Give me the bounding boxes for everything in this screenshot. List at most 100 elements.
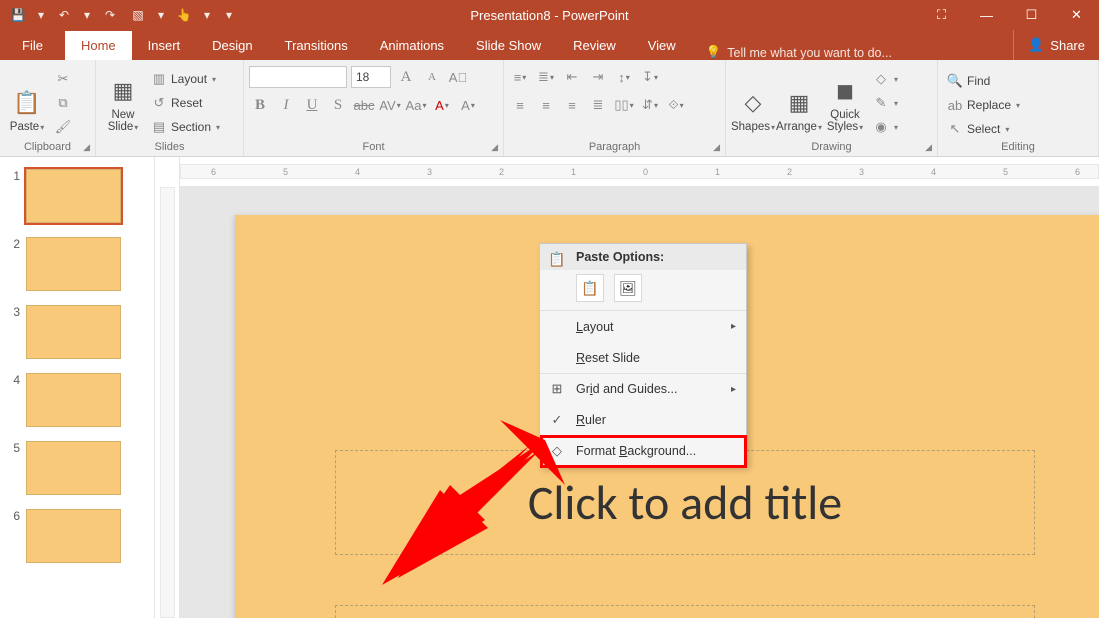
ctx-format-background[interactable]: ◇Format Background... [540, 435, 746, 466]
align-right-button[interactable]: ≡ [561, 94, 583, 116]
paste-use-destination-theme-button[interactable]: 📋 [576, 274, 604, 302]
numbering-button[interactable]: ≣▾ [535, 66, 557, 88]
tab-file[interactable]: File [0, 31, 65, 60]
reset-icon: ↺ [151, 95, 167, 111]
shapes-button[interactable]: ◇Shapes▾ [731, 64, 775, 136]
qat-dd3[interactable]: ▾ [202, 5, 212, 25]
reset-button[interactable]: ↺Reset [147, 92, 224, 114]
tab-view[interactable]: View [632, 31, 692, 60]
slide-thumb-2[interactable]: 2 [0, 233, 154, 301]
shape-fill-icon: ◇ [873, 71, 889, 87]
slide-thumb-3[interactable]: 3 [0, 301, 154, 369]
find-button[interactable]: 🔍Find [943, 70, 1024, 92]
underline-button[interactable]: U [301, 94, 323, 116]
slide-thumbnails-panel[interactable]: 1 2 3 4 5 6 [0, 157, 155, 618]
bold-button[interactable]: B [249, 94, 271, 116]
char-spacing-button[interactable]: AV▾ [379, 94, 401, 116]
bullets-button[interactable]: ≡▾ [509, 66, 531, 88]
align-text-button[interactable]: ⇵▾ [639, 94, 661, 116]
shadow-button[interactable]: S [327, 94, 349, 116]
font-highlight-color-button[interactable]: A▾ [431, 94, 453, 116]
find-icon: 🔍 [947, 73, 963, 89]
decrease-font-size-button[interactable]: A [421, 66, 443, 88]
clear-formatting-button[interactable]: A⃠ [447, 66, 469, 88]
subtitle-placeholder[interactable]: Click to add subtitle [335, 605, 1035, 618]
cut-icon: ✂ [55, 71, 71, 87]
undo-icon[interactable]: ↶ [54, 5, 74, 25]
italic-button[interactable]: I [275, 94, 297, 116]
tab-home[interactable]: Home [65, 31, 132, 60]
columns-button[interactable]: ▯▯▾ [613, 94, 635, 116]
ribbon-display-options-button[interactable]: ⛶ [919, 0, 964, 30]
tab-design[interactable]: Design [196, 31, 268, 60]
layout-button[interactable]: ▥Layout▾ [147, 68, 224, 90]
increase-font-size-button[interactable]: A [395, 66, 417, 88]
undo-dropdown-icon[interactable]: ▾ [82, 5, 92, 25]
qat-dropdown-icon[interactable]: ▾ [36, 5, 46, 25]
tab-slide-show[interactable]: Slide Show [460, 31, 557, 60]
align-center-button[interactable]: ≡ [535, 94, 557, 116]
font-size-input[interactable] [351, 66, 391, 88]
replace-button[interactable]: abReplace▾ [943, 94, 1024, 116]
strikethrough-button[interactable]: abc [353, 94, 375, 116]
format-painter-button[interactable]: 🖌 [51, 116, 75, 138]
slide-thumb-6[interactable]: 6 [0, 505, 154, 573]
tab-animations[interactable]: Animations [364, 31, 460, 60]
decrease-indent-button[interactable]: ⇤ [561, 66, 583, 88]
layout-icon: ▥ [151, 71, 167, 87]
drawing-dialog-launcher[interactable]: ◢ [925, 142, 932, 153]
start-from-beginning-icon[interactable]: ▧ [128, 5, 148, 25]
clipboard-dialog-launcher[interactable]: ◢ [83, 142, 90, 153]
save-icon[interactable]: 💾 [8, 5, 28, 25]
copy-button[interactable]: ⧉ [51, 92, 75, 114]
align-left-button[interactable]: ≡ [509, 94, 531, 116]
shape-fill-button[interactable]: ◇▾ [869, 68, 902, 90]
tell-me-input[interactable]: 💡Tell me what you want to do... [706, 45, 892, 60]
text-direction-button[interactable]: ↧▾ [639, 66, 661, 88]
select-button[interactable]: ↖Select▾ [943, 118, 1024, 140]
font-dialog-launcher[interactable]: ◢ [491, 142, 498, 153]
replace-icon: ab [947, 97, 963, 113]
minimize-button[interactable]: — [964, 0, 1009, 30]
slide-thumb-1[interactable]: 1 [0, 165, 154, 233]
font-name-input[interactable] [249, 66, 347, 88]
change-case-button[interactable]: Aa▾ [405, 94, 427, 116]
ctx-ruler[interactable]: ✓Ruler [540, 404, 746, 435]
font-color-button[interactable]: A▾ [457, 94, 479, 116]
paste-picture-button[interactable]: 🖼 [614, 274, 642, 302]
group-font-label: Font◢ [244, 141, 503, 156]
tab-insert[interactable]: Insert [132, 31, 197, 60]
section-button[interactable]: ▤Section▾ [147, 116, 224, 138]
shape-outline-button[interactable]: ✎▾ [869, 92, 902, 114]
paste-button[interactable]: 📋 Paste▾ [5, 64, 49, 136]
touch-mouse-mode-icon[interactable]: 👆 [174, 5, 194, 25]
qat-dd2[interactable]: ▾ [156, 5, 166, 25]
redo-icon[interactable]: ↷ [100, 5, 120, 25]
ctx-layout[interactable]: Layout▸ [540, 311, 746, 342]
quick-styles-button[interactable]: ◼Quick Styles▾ [823, 64, 867, 136]
tab-review[interactable]: Review [557, 31, 632, 60]
context-menu: 📋 Paste Options: 📋 🖼 Layout▸Reset Slide⊞… [539, 243, 747, 467]
shape-outline-icon: ✎ [873, 95, 889, 111]
shape-effects-button[interactable]: ◉▾ [869, 116, 902, 138]
shapes-icon: ◇ [737, 87, 769, 119]
slide-thumb-5[interactable]: 5 [0, 437, 154, 505]
share-button[interactable]: 👤Share [1013, 30, 1099, 60]
close-button[interactable]: ✕ [1054, 0, 1099, 30]
cut-button[interactable]: ✂ [51, 68, 75, 90]
restore-button[interactable]: ☐ [1009, 0, 1054, 30]
customize-qat-icon[interactable]: ▾ [224, 5, 234, 25]
ctx-reset-slide[interactable]: Reset Slide [540, 342, 746, 373]
line-spacing-button[interactable]: ↕▾ [613, 66, 635, 88]
paragraph-dialog-launcher[interactable]: ◢ [713, 142, 720, 153]
smartart-button[interactable]: ⟐▾ [665, 94, 687, 116]
new-slide-button[interactable]: ▦ New Slide▾ [101, 64, 145, 136]
arrange-button[interactable]: ▦Arrange▾ [777, 64, 821, 136]
increase-indent-button[interactable]: ⇥ [587, 66, 609, 88]
slide-thumb-4[interactable]: 4 [0, 369, 154, 437]
section-icon: ▤ [151, 119, 167, 135]
tab-transitions[interactable]: Transitions [269, 31, 364, 60]
ctx-grid-guides[interactable]: ⊞Grid and Guides...▸ [540, 373, 746, 404]
bulb-icon: 💡 [706, 45, 722, 60]
justify-button[interactable]: ≣ [587, 94, 609, 116]
